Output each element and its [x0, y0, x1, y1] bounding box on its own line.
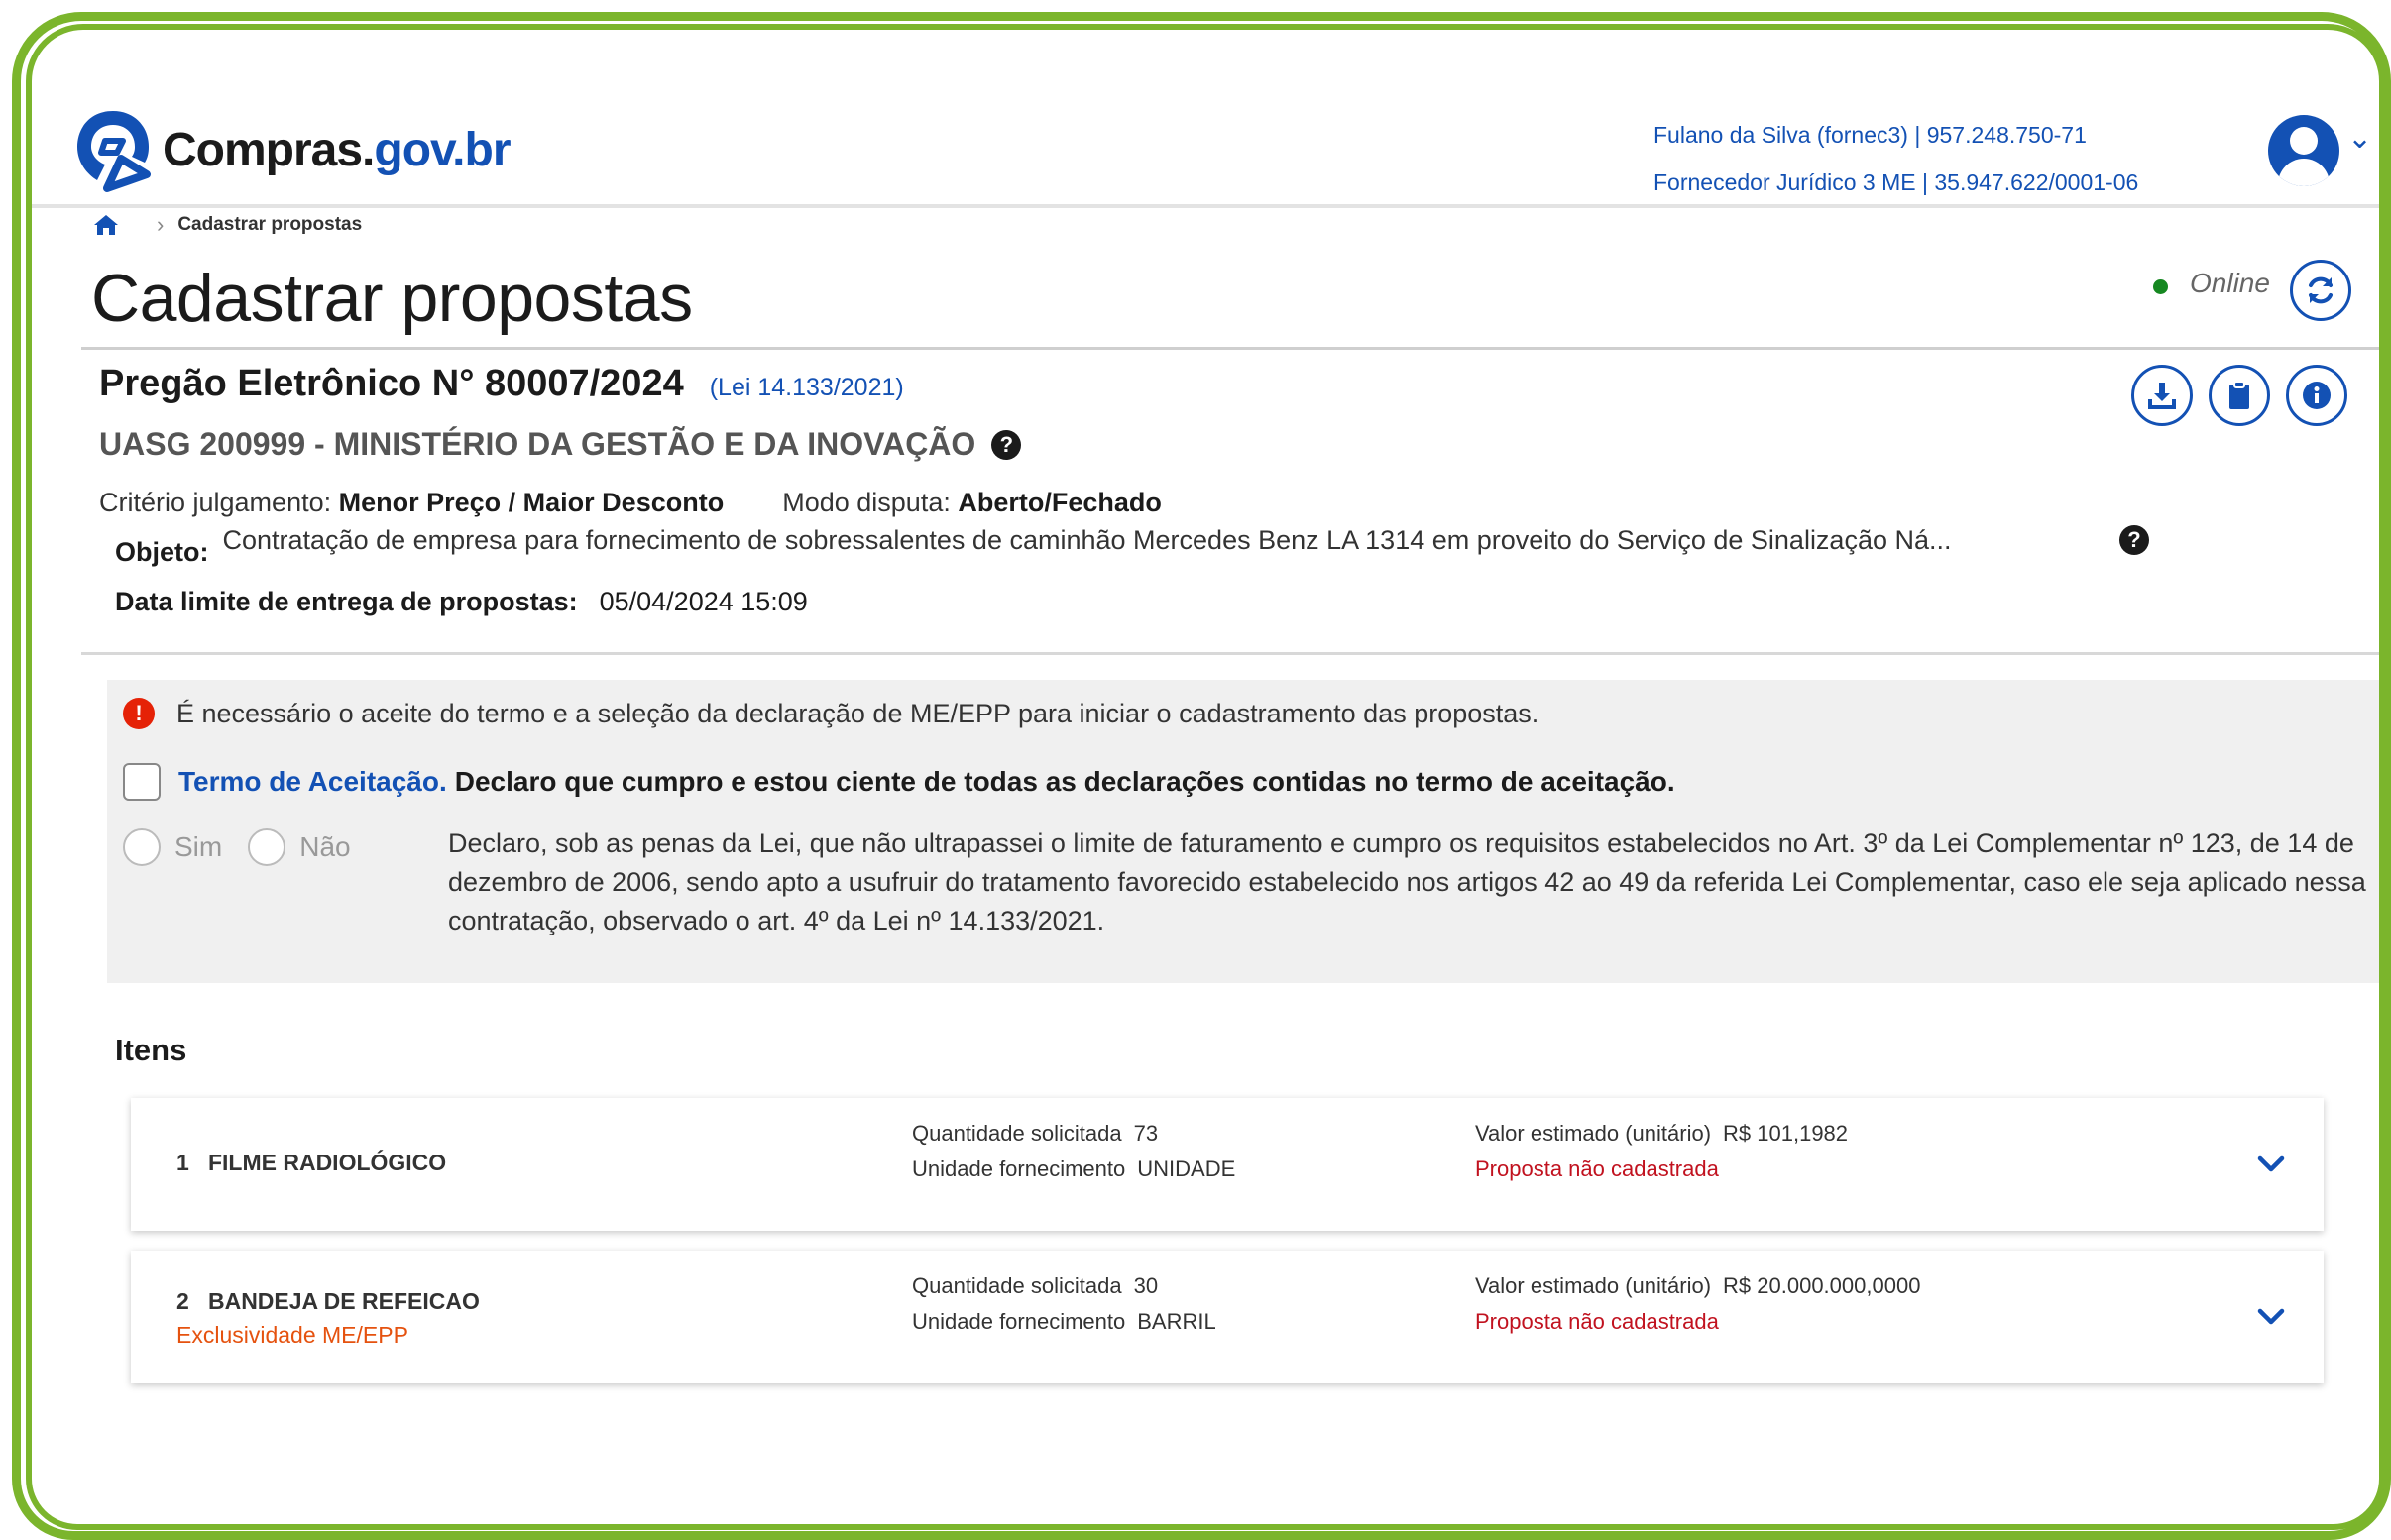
item-status: Proposta não cadastrada: [1475, 1156, 1719, 1181]
item-quantity-block: Quantidade solicitada 30 Unidade fornecim…: [912, 1273, 1216, 1334]
info-button[interactable]: [2286, 365, 2347, 426]
declaro-text: Declaro, sob as penas da Lei, que não ul…: [448, 828, 2366, 935]
radio-nao[interactable]: Não: [248, 828, 351, 866]
item-qtd: 73: [1133, 1121, 1159, 1146]
modo-value: Aberto/Fechado: [958, 488, 1162, 517]
page-title: Cadastrar propostas: [91, 261, 693, 336]
radio-nao-circle[interactable]: [248, 828, 286, 866]
divider: [81, 347, 2383, 350]
data-limite-value: 05/04/2024 15:09: [599, 587, 808, 616]
download-icon: [2148, 383, 2176, 409]
acceptance-panel: ! É necessário o aceite do termo e a sel…: [107, 680, 2379, 983]
compras-logo-icon: [77, 111, 151, 192]
item-card[interactable]: 2 BANDEJA DE REFEICAO Exclusividade ME/E…: [131, 1251, 2324, 1383]
refresh-icon: [2309, 276, 2333, 304]
site-header: Compras.gov.br Fulano da Silva (fornec3)…: [32, 59, 2383, 208]
data-limite-label: Data limite de entrega de propostas:: [115, 587, 578, 616]
breadcrumb-separator-icon: ›: [157, 212, 165, 237]
connection-status: Online: [2153, 268, 2270, 299]
radio-sim[interactable]: Sim: [123, 828, 222, 866]
online-dot-icon: [2153, 278, 2168, 294]
item-valor-block: Valor estimado (unitário) R$ 20.000.000,0…: [1475, 1268, 1920, 1340]
info-icon: [2303, 382, 2331, 409]
item-exclusividade: Exclusividade ME/EPP: [176, 1322, 408, 1348]
user-info: Fulano da Silva (fornec3) | 957.248.750-…: [1653, 111, 2138, 206]
pregao-lei-link[interactable]: (Lei 14.133/2021): [710, 374, 904, 402]
breadcrumb: › Cadastrar propostas: [93, 212, 362, 238]
breadcrumb-current: Cadastrar propostas: [177, 214, 363, 235]
uasg: UASG 200999 - MINISTÉRIO DA GESTÃO E DA …: [99, 426, 1022, 463]
objeto-value: Contratação de empresa para fornecimento…: [222, 525, 1952, 555]
item-quantity-block: Quantidade solicitada 73 Unidade fornecim…: [912, 1121, 1236, 1181]
alert-message: É necessário o aceite do termo e a seleç…: [176, 698, 1539, 728]
download-button[interactable]: [2131, 365, 2193, 426]
criterio-label: Critério julgamento:: [99, 488, 332, 517]
radio-sim-circle[interactable]: [123, 828, 161, 866]
clipboard-button[interactable]: [2209, 365, 2270, 426]
item-valor: R$ 101,1982: [1723, 1121, 1849, 1146]
user-name-cpf: Fulano da Silva (fornec3) | 957.248.750-…: [1653, 122, 2087, 148]
item-name: 1 FILME RADIOLÓGICO: [176, 1150, 447, 1175]
termo-link[interactable]: Termo de Aceitação.: [178, 766, 447, 798]
modo-label: Modo disputa:: [782, 488, 951, 517]
alert-icon: !: [123, 698, 155, 729]
radio-nao-label: Não: [299, 831, 351, 862]
item-qtd: 30: [1133, 1273, 1159, 1298]
radio-sim-label: Sim: [174, 831, 223, 862]
item-unid: UNIDADE: [1137, 1156, 1236, 1181]
item-valor: R$ 20.000.000,0000: [1723, 1273, 1921, 1298]
item-unid: BARRIL: [1137, 1309, 1216, 1334]
help-icon[interactable]: ?: [991, 429, 1022, 460]
alert-message-row: ! É necessário o aceite do termo e a sel…: [123, 698, 1538, 729]
item-name: 2 BANDEJA DE REFEICAO: [176, 1288, 480, 1314]
termo-text: Declaro que cumpro e estou ciente de tod…: [454, 766, 1675, 797]
status-text: Online: [2190, 268, 2270, 298]
user-menu-chevron-icon[interactable]: ⌄: [2347, 121, 2372, 156]
page: Compras.gov.br Fulano da Silva (fornec3)…: [32, 30, 2383, 1524]
user-avatar-icon[interactable]: [2268, 115, 2339, 186]
chevron-down-icon[interactable]: [2254, 1148, 2288, 1181]
criterio-value: Menor Preço / Maior Desconto: [338, 488, 725, 517]
item-card[interactable]: 1 FILME RADIOLÓGICO Quantidade solicitad…: [131, 1098, 2324, 1231]
logo-text: Compras.gov.br: [163, 123, 512, 176]
refresh-button[interactable]: [2290, 260, 2351, 321]
compras-logo[interactable]: Compras.gov.br: [71, 105, 512, 194]
user-company-cnpj: Fornecedor Jurídico 3 ME | 35.947.622/00…: [1653, 169, 2139, 195]
criterio-row: Critério julgamento: Menor Preço / Maior…: [99, 488, 1162, 518]
me-epp-radio-group: Sim Não: [123, 828, 377, 866]
chevron-down-icon[interactable]: [2254, 1300, 2288, 1334]
item-valor-block: Valor estimado (unitário) R$ 101,1982 Pro…: [1475, 1116, 1848, 1187]
termo-row: Termo de Aceitação. Declaro que cumpro e…: [123, 763, 1675, 801]
pregao-header: Pregão Eletrônico N° 80007/2024 (Lei 14.…: [99, 363, 904, 405]
objeto-label: Objeto:: [115, 537, 209, 567]
home-icon[interactable]: [93, 213, 119, 237]
divider: [81, 652, 2383, 655]
objeto-help-icon[interactable]: ?: [2119, 525, 2149, 555]
objeto-row: Objeto: Contratação de empresa para forn…: [115, 525, 1952, 568]
pregao-title: Pregão Eletrônico N° 80007/2024: [99, 363, 684, 404]
pregao-actions: [2131, 365, 2347, 426]
uasg-text: UASG 200999 - MINISTÉRIO DA GESTÃO E DA …: [99, 426, 976, 462]
itens-title: Itens: [115, 1033, 187, 1067]
clipboard-icon: [2229, 381, 2249, 409]
data-limite-row: Data limite de entrega de propostas: 05/…: [115, 587, 808, 617]
termo-checkbox[interactable]: [123, 763, 161, 801]
item-status: Proposta não cadastrada: [1475, 1309, 1719, 1334]
